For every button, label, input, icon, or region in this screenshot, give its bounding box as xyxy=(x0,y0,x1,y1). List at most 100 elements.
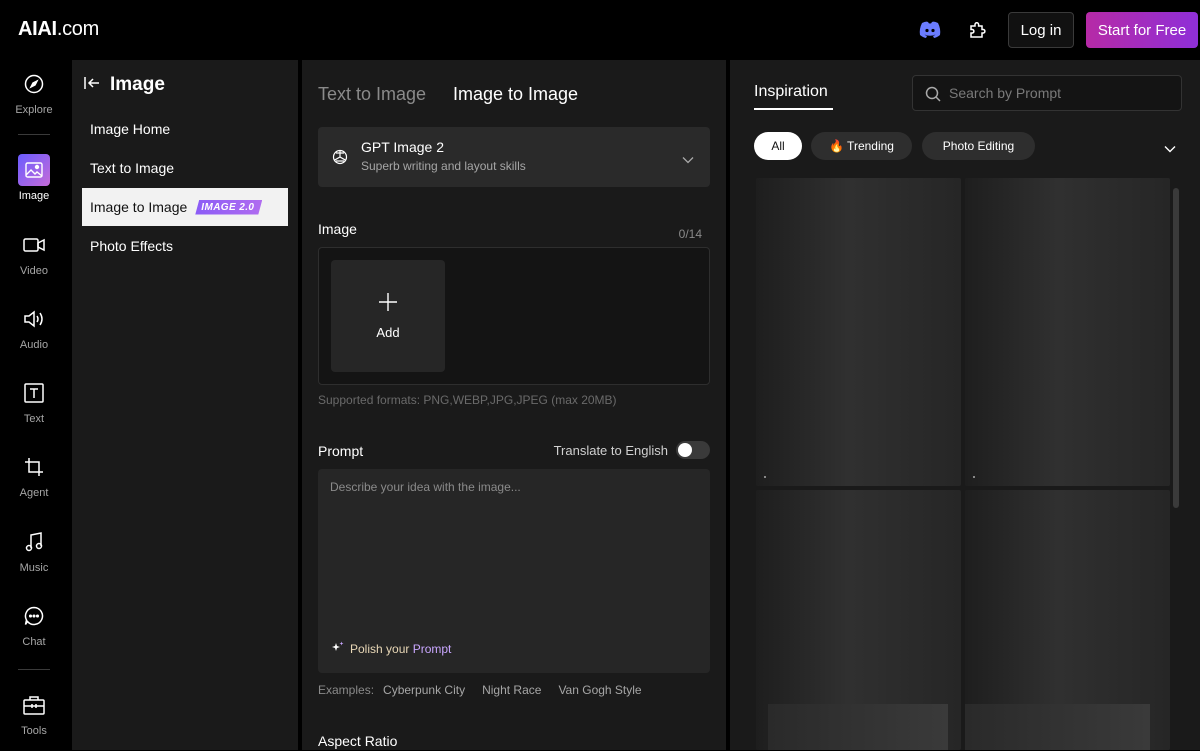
sub-nav-item-photo-effects[interactable]: Photo Effects xyxy=(82,227,288,265)
aspect-ratio-label: Aspect Ratio xyxy=(318,733,398,749)
music-note-icon xyxy=(18,526,50,558)
speaker-icon xyxy=(18,303,50,335)
text-icon xyxy=(18,377,50,409)
logo[interactable]: AIAI.com xyxy=(18,18,99,41)
left-rail: Explore Image Video Audio Text Agent Mus… xyxy=(0,60,68,750)
sub-nav-title: Image xyxy=(110,74,165,95)
search-box xyxy=(912,75,1182,111)
rail-item-tools[interactable]: Tools xyxy=(0,689,68,751)
prompt-input[interactable] xyxy=(330,480,698,630)
rail-label: Text xyxy=(23,413,45,425)
rail-label: Video xyxy=(20,265,48,277)
rail-item-explore[interactable]: Explore xyxy=(0,68,68,130)
translate-toggle[interactable] xyxy=(676,441,710,459)
polish-accent: Prompt xyxy=(412,641,452,656)
card-thumbnail xyxy=(965,704,1150,750)
plus-icon xyxy=(378,292,398,317)
compass-icon xyxy=(18,68,50,100)
sub-nav-label: Text to Image xyxy=(90,160,175,176)
translate-label: Translate to English xyxy=(553,442,668,458)
add-image-button[interactable]: Add xyxy=(331,260,445,372)
sub-nav-item-text-to-image[interactable]: Text to Image xyxy=(82,149,288,187)
sub-nav-label: Photo Effects xyxy=(90,238,174,254)
polish-prompt-button[interactable]: Polish your Prompt xyxy=(332,641,451,656)
model-name: GPT Image 2 xyxy=(361,139,445,155)
login-button[interactable]: Log in xyxy=(1008,12,1074,48)
version-badge: IMAGE 2.0 xyxy=(195,199,263,215)
discord-icon[interactable] xyxy=(918,18,942,42)
crop-icon xyxy=(18,451,50,483)
chevron-down-icon xyxy=(682,151,694,169)
sub-nav-header: Image xyxy=(84,74,165,96)
rail-item-audio[interactable]: Audio xyxy=(0,303,68,365)
rail-label: Image xyxy=(18,190,50,202)
rail-label: Music xyxy=(19,562,49,574)
prompt-box: Polish your Prompt xyxy=(318,469,710,673)
rail-item-chat[interactable]: Chat xyxy=(0,600,68,662)
search-input[interactable] xyxy=(949,76,1175,110)
tab-inspiration[interactable]: Inspiration xyxy=(754,83,828,101)
video-icon xyxy=(18,229,50,261)
inspiration-card[interactable] xyxy=(756,490,961,750)
scrollbar[interactable] xyxy=(1173,188,1179,508)
inspiration-card[interactable] xyxy=(965,178,1170,486)
rail-label: Chat xyxy=(22,636,46,648)
image-section-label: Image xyxy=(318,221,357,237)
toggle-knob xyxy=(678,443,692,457)
rail-item-text[interactable]: Text xyxy=(0,377,68,439)
prompt-section-label: Prompt xyxy=(318,443,364,459)
rail-item-video[interactable]: Video xyxy=(0,229,68,291)
image-icon xyxy=(18,154,50,186)
filter-chip-trending[interactable]: 🔥 Trending xyxy=(811,132,912,160)
inspiration-card[interactable] xyxy=(965,490,1170,750)
supported-formats: Supported formats: PNG,WEBP,JPG,JPEG (ma… xyxy=(318,393,617,407)
model-description: Superb writing and layout skills xyxy=(361,159,526,173)
rail-item-image[interactable]: Image xyxy=(0,154,68,216)
example-chip[interactable]: Van Gogh Style xyxy=(558,683,641,697)
rail-label: Tools xyxy=(21,725,47,737)
sub-nav-item-image-to-image[interactable]: Image to Image IMAGE 2.0 xyxy=(82,188,288,226)
logo-bold: AIAI xyxy=(18,18,57,40)
rail-divider xyxy=(18,134,50,135)
sub-nav-item-image-home[interactable]: Image Home xyxy=(82,110,288,148)
extension-icon[interactable] xyxy=(966,18,990,42)
filter-chip-all[interactable]: All xyxy=(754,132,802,160)
rail-label: Agent xyxy=(19,487,49,499)
generator-panel: Text to Image Image to Image GPT Image 2… xyxy=(302,60,726,750)
tab-text-to-image[interactable]: Text to Image xyxy=(318,84,426,105)
top-bar: AIAI.com Log in Start for Free xyxy=(0,0,1200,60)
polish-label: Polish your xyxy=(350,641,413,656)
sub-nav-label: Image to Image xyxy=(90,199,188,215)
chat-icon xyxy=(18,600,50,632)
examples-label: Examples: xyxy=(318,683,375,697)
rail-label: Audio xyxy=(19,339,49,351)
sub-nav-label: Image Home xyxy=(90,121,171,137)
model-selector[interactable]: GPT Image 2 Superb writing and layout sk… xyxy=(318,127,710,187)
collapse-icon[interactable] xyxy=(84,76,100,95)
translate-toggle-row: Translate to English xyxy=(554,441,710,459)
rail-item-music[interactable]: Music xyxy=(0,526,68,588)
rail-label: Explore xyxy=(15,104,53,116)
search-icon xyxy=(925,86,941,107)
card-thumbnail xyxy=(768,704,948,750)
examples-row: Examples: Cyberpunk City Night Race Van … xyxy=(318,683,642,697)
card-dot xyxy=(764,476,766,478)
add-label: Add xyxy=(376,325,400,340)
sub-nav: Image Image Home Text to Image Image to … xyxy=(72,60,298,750)
start-free-button[interactable]: Start for Free xyxy=(1086,12,1198,48)
chevron-down-icon[interactable] xyxy=(1164,140,1176,158)
inspiration-panel: Inspiration All 🔥 Trending Photo Editing xyxy=(730,60,1200,750)
image-upload-area[interactable]: Add xyxy=(318,247,710,385)
toolbox-icon xyxy=(18,689,50,721)
sparkle-icon xyxy=(332,641,344,656)
example-chip[interactable]: Cyberpunk City xyxy=(383,683,465,697)
example-chip[interactable]: Night Race xyxy=(482,683,541,697)
filter-chip-photo-editing[interactable]: Photo Editing xyxy=(922,132,1035,160)
logo-suffix: .com xyxy=(56,18,99,40)
inspiration-card[interactable] xyxy=(756,178,961,486)
rail-item-agent[interactable]: Agent xyxy=(0,451,68,513)
card-dot xyxy=(973,476,975,478)
tab-underline xyxy=(754,108,833,110)
openai-logo-icon xyxy=(332,149,348,170)
tab-image-to-image[interactable]: Image to Image xyxy=(453,84,578,105)
